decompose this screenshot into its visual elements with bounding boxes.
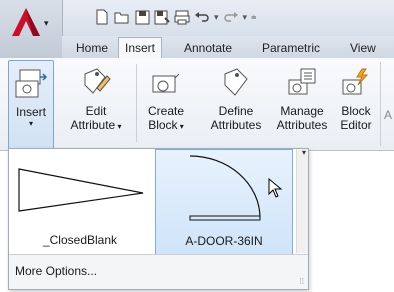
gallery-expand-arrow-icon[interactable]: ▾	[298, 148, 310, 158]
define-attributes-icon	[204, 60, 268, 100]
tab-parametric[interactable]: Parametric	[256, 39, 326, 58]
insert-label: Insert	[15, 105, 46, 119]
insert-dropdown-caret-icon[interactable]: ▾	[9, 119, 53, 129]
tab-insert[interactable]: Insert	[118, 37, 163, 59]
create-block-icon	[142, 60, 190, 100]
insert-block-gallery: _ClosedBlank A-DOOR-36IN More Options...…	[8, 148, 309, 290]
panel-divider	[380, 62, 381, 146]
edit-attribute-label-2: Attribute	[70, 118, 116, 132]
block-editor-label-1: Block	[341, 104, 371, 118]
closedblank-preview-icon	[18, 168, 144, 212]
define-attributes-label-1: Define	[218, 104, 254, 118]
customize-qat-icon[interactable]: ⩧	[251, 12, 256, 23]
edit-attribute-icon	[60, 60, 132, 100]
quick-access-toolbar: ▾ ▾ ⩧	[94, 6, 256, 28]
app-menu-caret-icon: ▾	[44, 18, 49, 28]
undo-dropdown-icon[interactable]: ▾	[214, 12, 219, 23]
edit-attribute-label-1: Edit	[85, 104, 107, 118]
define-attributes-button[interactable]: Define Attributes	[204, 60, 268, 148]
undo-icon[interactable]	[194, 8, 210, 26]
save-icon[interactable]	[134, 8, 150, 26]
more-options-label: More Options...	[15, 264, 98, 278]
manage-attributes-label-1: Manage	[280, 104, 324, 118]
redo-icon[interactable]	[223, 8, 239, 26]
edit-attribute-button[interactable]: Edit Attribute ▾	[60, 60, 132, 148]
block-editor-icon	[336, 60, 376, 100]
redo-dropdown-icon[interactable]: ▾	[243, 12, 248, 23]
manage-attributes-label-2: Attributes	[276, 118, 328, 132]
resize-grip-icon[interactable]: ⁞⁞	[300, 277, 304, 286]
autocad-logo-icon	[12, 8, 40, 36]
manage-attributes-icon	[270, 60, 334, 100]
edit-attribute-caret-icon[interactable]: ▾	[115, 122, 121, 131]
block-item-closedblank[interactable]: _ClosedBlank	[9, 149, 151, 253]
create-block-label-2: Block	[148, 118, 178, 132]
more-options-menu-item[interactable]: More Options... ⁞⁞	[9, 254, 308, 289]
plot-icon[interactable]	[174, 8, 190, 26]
manage-attributes-button[interactable]: Manage Attributes	[270, 60, 334, 148]
create-block-label-1: Create	[147, 104, 185, 118]
create-block-button[interactable]: Create Block ▾	[142, 60, 190, 148]
gallery-scrollbar[interactable]	[296, 149, 308, 253]
save-as-icon[interactable]	[154, 8, 170, 26]
insert-block-button[interactable]: Insert ▾	[8, 60, 54, 162]
open-icon[interactable]	[114, 8, 130, 26]
block-name-closedblank: _ClosedBlank	[42, 233, 118, 247]
tab-view[interactable]: View	[344, 39, 382, 58]
define-attributes-label-2: Attributes	[210, 118, 262, 132]
block-name-a-door-36in: A-DOOR-36IN	[185, 234, 263, 248]
block-editor-label-2: Editor	[340, 118, 372, 132]
tab-annotate[interactable]: Annotate	[178, 39, 238, 58]
application-menu-button[interactable]: ▾	[0, 0, 63, 58]
ribbon-tab-row: Home Insert Annotate Parametric View	[62, 36, 394, 59]
mouse-cursor-icon	[268, 178, 283, 198]
new-icon[interactable]	[94, 8, 110, 26]
ribbon-panel: Insert ▾ Edit Attribute ▾ Create Block ▾ D…	[0, 58, 394, 162]
block-editor-button[interactable]: Block Editor	[336, 60, 376, 148]
tab-home[interactable]: Home	[70, 39, 114, 58]
truncated-button-label: A	[384, 108, 393, 122]
create-block-caret-icon[interactable]: ▾	[178, 122, 184, 131]
block-item-a-door-36in[interactable]: A-DOOR-36IN	[155, 149, 293, 255]
ribbon-separator	[136, 64, 137, 142]
insert-block-icon	[9, 61, 53, 101]
